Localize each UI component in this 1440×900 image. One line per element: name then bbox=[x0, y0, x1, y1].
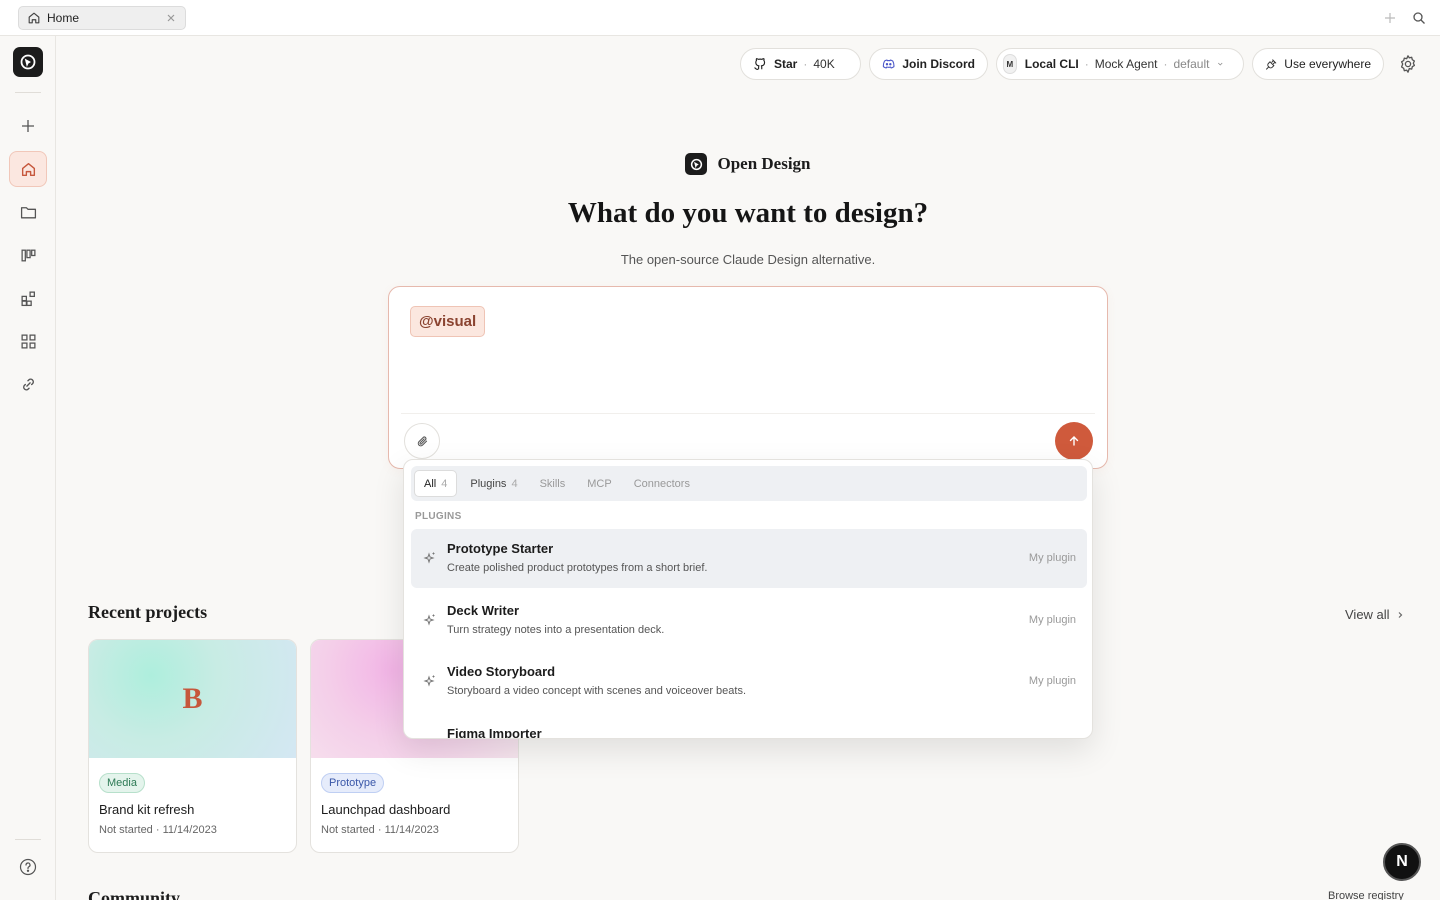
status-badge: Media bbox=[99, 773, 145, 793]
plugin-description: Storyboard a video concept with scenes a… bbox=[447, 685, 747, 697]
plugin-name: Prototype Starter bbox=[447, 541, 554, 556]
github-star-button[interactable]: Star · 40K bbox=[740, 48, 861, 80]
section-label: PLUGINS bbox=[415, 511, 462, 522]
mention-dropdown: All 4 Plugins 4 Skills MCP Connectors PLUG… bbox=[403, 459, 1093, 739]
separator: · bbox=[1084, 57, 1089, 71]
plugin-item[interactable]: Figma Importer bbox=[411, 714, 1087, 739]
page-subtitle: The open-source Claude Design alternativ… bbox=[620, 252, 876, 267]
paperclip-icon bbox=[417, 436, 427, 446]
tab-count: 4 bbox=[441, 477, 448, 490]
send-button[interactable] bbox=[1055, 422, 1093, 460]
mention-chip[interactable]: @visual bbox=[410, 306, 486, 337]
project-thumbnail: B bbox=[89, 640, 296, 758]
sidebar-item-plugins[interactable] bbox=[9, 280, 47, 316]
sparkle-icon bbox=[423, 614, 435, 626]
app-logo[interactable] bbox=[13, 47, 43, 77]
sparkle-icon bbox=[423, 552, 435, 564]
sidebar-divider bbox=[15, 92, 41, 93]
agent-mode: default bbox=[1173, 57, 1210, 71]
sidebar-item-new[interactable] bbox=[9, 108, 47, 144]
project-name: Launchpad dashboard bbox=[321, 802, 451, 817]
star-count: 40K bbox=[813, 57, 835, 71]
tab-all[interactable]: All 4 bbox=[414, 470, 458, 497]
attach-button[interactable] bbox=[404, 423, 440, 459]
star-label: Star bbox=[774, 57, 798, 71]
use-everywhere-label: Use everywhere bbox=[1284, 57, 1371, 71]
chevron-right-icon bbox=[1398, 611, 1402, 618]
composer-divider bbox=[401, 413, 1095, 414]
tab-plugins[interactable]: Plugins 4 bbox=[461, 470, 526, 497]
tab-label: Plugins bbox=[470, 477, 507, 490]
tab-label: Home bbox=[47, 11, 80, 25]
plus-icon bbox=[22, 120, 34, 132]
plugin-tag: My plugin bbox=[1028, 552, 1076, 564]
project-card[interactable]: B Media Brand kit refresh Not started · … bbox=[88, 639, 297, 853]
project-name: Brand kit refresh bbox=[99, 802, 195, 817]
status-badge: Prototype bbox=[321, 773, 385, 793]
view-all-label: View all bbox=[1345, 607, 1390, 622]
plugin-tag: My plugin bbox=[1028, 675, 1076, 687]
github-icon bbox=[754, 58, 766, 70]
tab-label: MCP bbox=[587, 477, 612, 490]
agent-badge: M bbox=[1003, 54, 1017, 74]
agent-source: Local CLI bbox=[1024, 57, 1079, 71]
recent-projects-title: Recent projects bbox=[88, 602, 208, 622]
close-icon[interactable] bbox=[165, 12, 177, 24]
use-everywhere-button[interactable]: Use everywhere bbox=[1252, 48, 1384, 80]
tab-label: Skills bbox=[539, 477, 566, 490]
separator: · bbox=[803, 57, 808, 71]
community-title: Community bbox=[88, 888, 181, 900]
dev-tools-button[interactable]: N bbox=[1383, 843, 1421, 881]
tab-connectors[interactable]: Connectors bbox=[625, 470, 699, 497]
plugin-item[interactable]: Video Storyboard Storyboard a video conc… bbox=[411, 652, 1087, 711]
plugin-description: Turn strategy notes into a presentation … bbox=[447, 624, 665, 636]
plugin-name: Figma Importer bbox=[447, 726, 542, 739]
brand-name: Open Design bbox=[717, 154, 811, 173]
plugin-description: Create polished product prototypes from … bbox=[447, 562, 708, 574]
view-all-link[interactable]: View all bbox=[1345, 607, 1404, 622]
gear-icon[interactable] bbox=[1398, 54, 1418, 74]
agent-selector[interactable]: M Local CLI · Mock Agent · default bbox=[996, 48, 1244, 80]
discord-label: Join Discord bbox=[902, 57, 975, 71]
link-icon bbox=[22, 378, 34, 390]
tab-skills[interactable]: Skills bbox=[531, 470, 575, 497]
arrow-up-icon bbox=[1069, 436, 1079, 446]
tab-mcp[interactable]: MCP bbox=[578, 470, 620, 497]
search-icon[interactable] bbox=[1412, 11, 1426, 25]
brand-logo bbox=[685, 153, 708, 175]
plugin-item[interactable]: Prototype Starter Create polished produc… bbox=[411, 529, 1087, 588]
sidebar-item-apps[interactable] bbox=[9, 323, 47, 359]
tab-label: Connectors bbox=[633, 477, 690, 490]
plugins-icon bbox=[20, 290, 35, 306]
new-tab-icon[interactable] bbox=[1383, 11, 1397, 25]
prompt-composer[interactable]: @visual bbox=[388, 286, 1108, 469]
home-icon bbox=[28, 12, 40, 24]
separator: · bbox=[1163, 57, 1168, 71]
grid-icon bbox=[20, 333, 36, 349]
filter-tabs: All 4 Plugins 4 Skills MCP Connectors bbox=[411, 466, 1087, 501]
brand: Open Design bbox=[0, 153, 1440, 175]
tab-count: 4 bbox=[511, 477, 518, 490]
project-meta: Not started · 11/14/2023 bbox=[321, 824, 439, 836]
chevron-down-icon bbox=[1218, 62, 1223, 66]
sidebar-divider bbox=[15, 839, 41, 840]
sparkle-icon bbox=[423, 675, 435, 687]
sidebar-item-links[interactable] bbox=[9, 366, 47, 402]
page-title: What do you want to design? bbox=[567, 197, 929, 229]
join-discord-button[interactable]: Join Discord bbox=[869, 48, 988, 80]
top-bar: Home bbox=[0, 0, 1440, 36]
project-initial: B bbox=[182, 682, 203, 715]
help-icon[interactable] bbox=[19, 858, 37, 876]
discord-icon bbox=[882, 59, 895, 69]
agent-name: Mock Agent bbox=[1094, 57, 1158, 71]
plugin-name: Deck Writer bbox=[447, 603, 520, 618]
browse-registry-link[interactable]: Browse registry bbox=[1328, 890, 1404, 900]
project-meta: Not started · 11/14/2023 bbox=[99, 824, 217, 836]
plugin-tag: My plugin bbox=[1028, 614, 1076, 626]
tab-label: All bbox=[424, 477, 437, 490]
plug-icon bbox=[1266, 58, 1277, 70]
tab-home[interactable]: Home bbox=[18, 6, 186, 30]
plugin-name: Video Storyboard bbox=[447, 664, 556, 679]
plugin-item[interactable]: Deck Writer Turn strategy notes into a p… bbox=[411, 591, 1087, 650]
